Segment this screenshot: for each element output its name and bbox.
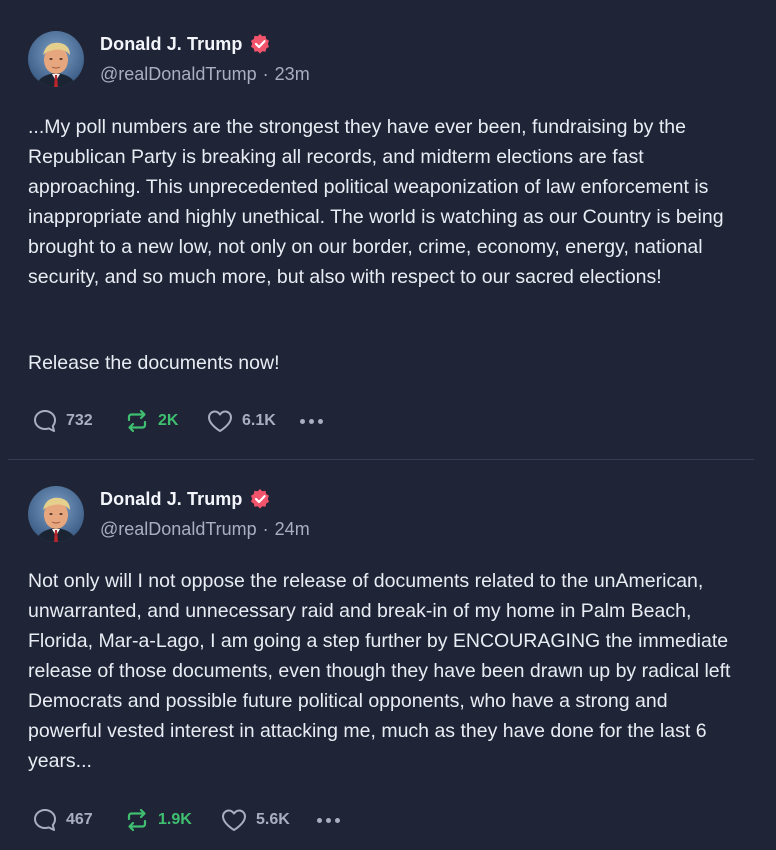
repost-count: 1.9K xyxy=(158,811,192,828)
reply-icon xyxy=(34,410,56,432)
post-text: Not only will I not oppose the release o… xyxy=(28,570,731,772)
repost-icon xyxy=(127,808,147,832)
repost-icon xyxy=(127,409,147,433)
meta-separator: · xyxy=(262,64,269,84)
repost-count: 2K xyxy=(158,412,179,429)
post-2[interactable]: Donald J. Trump @realDonaldTrump · 24m N… xyxy=(0,462,776,850)
repost-button[interactable]: 2K xyxy=(124,406,206,436)
display-name[interactable]: Donald J. Trump xyxy=(100,489,243,510)
avatar[interactable] xyxy=(28,486,84,542)
like-button[interactable]: 5.6K xyxy=(220,805,317,835)
avatar[interactable] xyxy=(28,31,84,87)
reply-count: 467 xyxy=(66,811,93,828)
post-1[interactable]: Donald J. Trump @realDonaldTrump · 23m .… xyxy=(0,0,776,458)
verified-badge-icon xyxy=(249,488,271,510)
heart-icon xyxy=(208,410,232,432)
reply-button[interactable]: 467 xyxy=(32,805,124,835)
user-handle[interactable]: @realDonaldTrump xyxy=(100,519,257,540)
post-actions: 467 1.9K 5.6K xyxy=(32,805,340,835)
post-actions: 732 2K 6.1K xyxy=(32,406,323,436)
more-icon[interactable] xyxy=(317,805,340,835)
verified-badge-icon xyxy=(249,33,271,55)
more-icon[interactable] xyxy=(300,406,323,436)
reply-button[interactable]: 732 xyxy=(32,406,124,436)
post-time[interactable]: 23m xyxy=(275,64,310,85)
display-name[interactable]: Donald J. Trump xyxy=(100,34,243,55)
meta-separator: · xyxy=(262,519,269,539)
user-handle[interactable]: @realDonaldTrump xyxy=(100,64,257,85)
post-text: ...My poll numbers are the strongest the… xyxy=(28,116,724,288)
repost-button[interactable]: 1.9K xyxy=(124,805,220,835)
post-divider xyxy=(8,459,754,460)
heart-icon xyxy=(222,809,246,831)
reply-icon xyxy=(34,809,56,831)
like-button[interactable]: 6.1K xyxy=(206,406,300,436)
like-count: 5.6K xyxy=(256,811,290,828)
like-count: 6.1K xyxy=(242,412,276,429)
post-time[interactable]: 24m xyxy=(275,519,310,540)
reply-count: 732 xyxy=(66,412,93,429)
post-text: Release the documents now! xyxy=(28,352,280,374)
